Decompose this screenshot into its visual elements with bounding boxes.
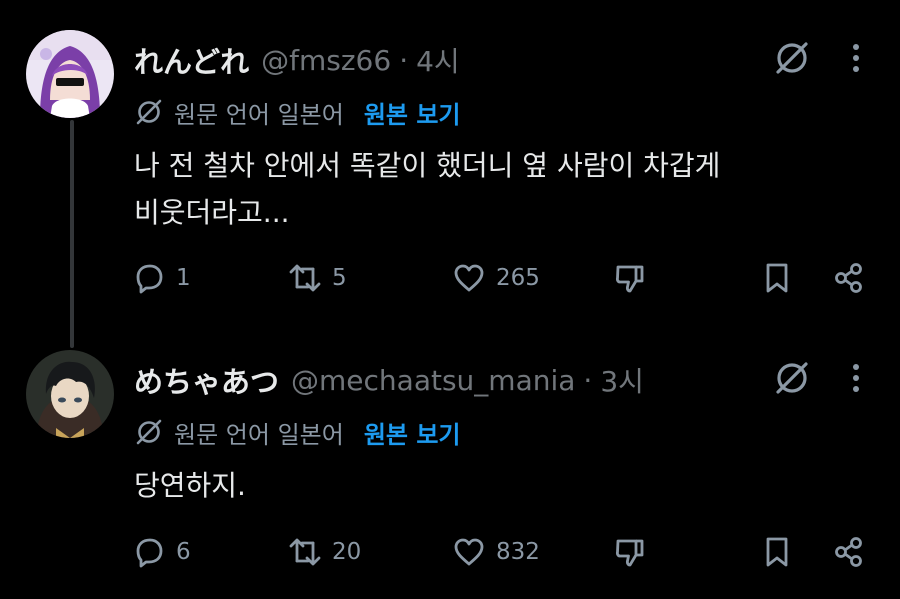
reply-icon <box>136 538 163 568</box>
translation-notice: 원문 언어 일본어 원본 보기 <box>134 94 461 130</box>
like-button[interactable]: 265 <box>452 258 540 298</box>
separator-dot: · <box>399 43 409 77</box>
display-name[interactable]: れんどれ <box>134 39 249 81</box>
share-icon <box>835 537 862 567</box>
action-bar: 1 5 265 <box>132 258 872 298</box>
repost-button[interactable]: 20 <box>288 532 361 572</box>
show-original-link[interactable]: 원본 보기 <box>364 415 461 450</box>
source-language-label: 원문 언어 일본어 <box>174 100 344 129</box>
dislike-icon <box>615 265 644 293</box>
more-icon[interactable] <box>838 38 874 78</box>
reply-button[interactable]: 6 <box>132 532 191 572</box>
reply-icon <box>136 264 163 294</box>
bookmark-button[interactable] <box>760 258 794 298</box>
timestamp[interactable]: 4시 <box>416 40 460 80</box>
action-bar: 6 20 832 <box>132 532 872 572</box>
repost-icon <box>289 264 321 292</box>
user-handle[interactable]: @fmsz66 <box>261 44 391 77</box>
display-name[interactable]: めちゃあつ <box>134 359 279 401</box>
tweet[interactable]: めちゃあつ @mechaatsu_mania · 3시 원문 언어 일본어 원본… <box>0 320 900 599</box>
show-original-link[interactable]: 원본 보기 <box>364 95 461 130</box>
source-language-label: 원문 언어 일본어 <box>174 420 344 449</box>
more-icon[interactable] <box>838 358 874 398</box>
repost-button[interactable]: 5 <box>288 258 347 298</box>
repost-count: 20 <box>332 539 362 565</box>
like-icon <box>454 264 484 292</box>
dislike-button[interactable] <box>612 258 646 298</box>
tweet[interactable]: れんどれ @fmsz66 · 4시 원문 언어 일본어 원본 보기 나 전 철차… <box>0 0 900 320</box>
dislike-button[interactable] <box>612 532 646 572</box>
repost-count: 5 <box>332 265 347 291</box>
share-icon <box>835 263 862 293</box>
tweet-header: めちゃあつ @mechaatsu_mania · 3시 <box>134 360 644 400</box>
like-icon <box>454 538 484 566</box>
like-button[interactable]: 832 <box>452 532 540 572</box>
bookmark-icon <box>766 263 788 293</box>
share-button[interactable] <box>832 532 866 572</box>
bookmark-button[interactable] <box>760 532 794 572</box>
user-handle[interactable]: @mechaatsu_mania <box>291 364 575 397</box>
translation-notice: 원문 언어 일본어 원본 보기 <box>134 414 461 450</box>
like-count: 832 <box>496 539 540 565</box>
repost-icon <box>289 538 321 566</box>
reply-count: 6 <box>176 539 191 565</box>
share-button[interactable] <box>832 258 866 298</box>
like-count: 265 <box>496 265 540 291</box>
reply-button[interactable]: 1 <box>132 258 191 298</box>
tweet-text-line: 비웃더라고... <box>134 196 290 229</box>
grok-icon[interactable] <box>772 358 812 398</box>
grok-icon[interactable] <box>772 38 812 78</box>
timestamp[interactable]: 3시 <box>600 360 644 400</box>
tweet-text-line: 나 전 철차 안에서 똑같이 했더니 옆 사람이 차갑게 <box>134 149 721 182</box>
reply-count: 1 <box>176 265 191 291</box>
tweet-text: 당연하지. <box>134 462 834 509</box>
tweet-text: 나 전 철차 안에서 똑같이 했더니 옆 사람이 차갑게 비웃더라고... <box>134 142 834 236</box>
dislike-icon <box>615 539 644 567</box>
avatar[interactable] <box>26 350 114 438</box>
translate-icon <box>136 99 162 125</box>
tweet-text-line: 당연하지. <box>134 469 246 502</box>
tweet-header: れんどれ @fmsz66 · 4시 <box>134 40 460 80</box>
translate-icon <box>136 419 162 445</box>
separator-dot: · <box>583 363 593 397</box>
bookmark-icon <box>766 537 788 567</box>
avatar[interactable] <box>26 30 114 118</box>
